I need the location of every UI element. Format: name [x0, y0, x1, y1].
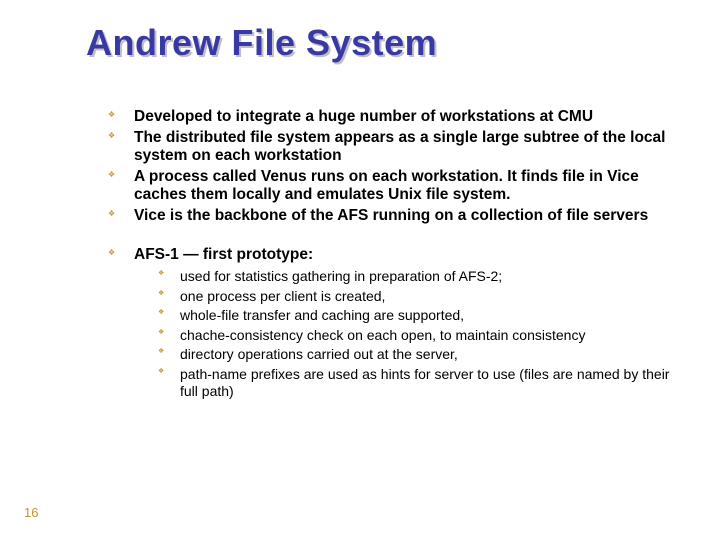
sub-bullet-item: chache-consistency check on each open, t…	[158, 327, 680, 345]
sub-bullet-item: one process per client is created,	[158, 288, 680, 306]
sub-bullet-item: path-name prefixes are used as hints for…	[158, 366, 680, 401]
slide: Andrew File System Developed to integrat…	[0, 0, 720, 540]
bullet-text: A process called Venus runs on each work…	[134, 168, 639, 204]
main-bullet-item: Developed to integrate a huge number of …	[108, 108, 680, 127]
bullet-text: The distributed file system appears as a…	[134, 129, 665, 165]
main-bullet-list: Developed to integrate a huge number of …	[108, 108, 680, 403]
main-bullet-item: The distributed file system appears as a…	[108, 129, 680, 166]
main-bullet-item: A process called Venus runs on each work…	[108, 168, 680, 205]
bullet-text: Developed to integrate a huge number of …	[134, 108, 593, 125]
page-number: 16	[24, 505, 38, 520]
bullet-text: AFS-1 — first prototype:	[134, 246, 313, 263]
slide-title: Andrew File System	[86, 22, 437, 64]
main-bullet-item: Vice is the backbone of the AFS running …	[108, 207, 680, 226]
sub-bullet-list: used for statistics gathering in prepara…	[134, 268, 680, 401]
bullet-text: Vice is the backbone of the AFS running …	[134, 207, 648, 224]
main-bullet-item: AFS-1 — first prototype: used for statist…	[108, 246, 680, 401]
sub-bullet-item: used for statistics gathering in prepara…	[158, 268, 680, 286]
sub-bullet-item: whole-file transfer and caching are supp…	[158, 307, 680, 325]
sub-bullet-item: directory operations carried out at the …	[158, 346, 680, 364]
